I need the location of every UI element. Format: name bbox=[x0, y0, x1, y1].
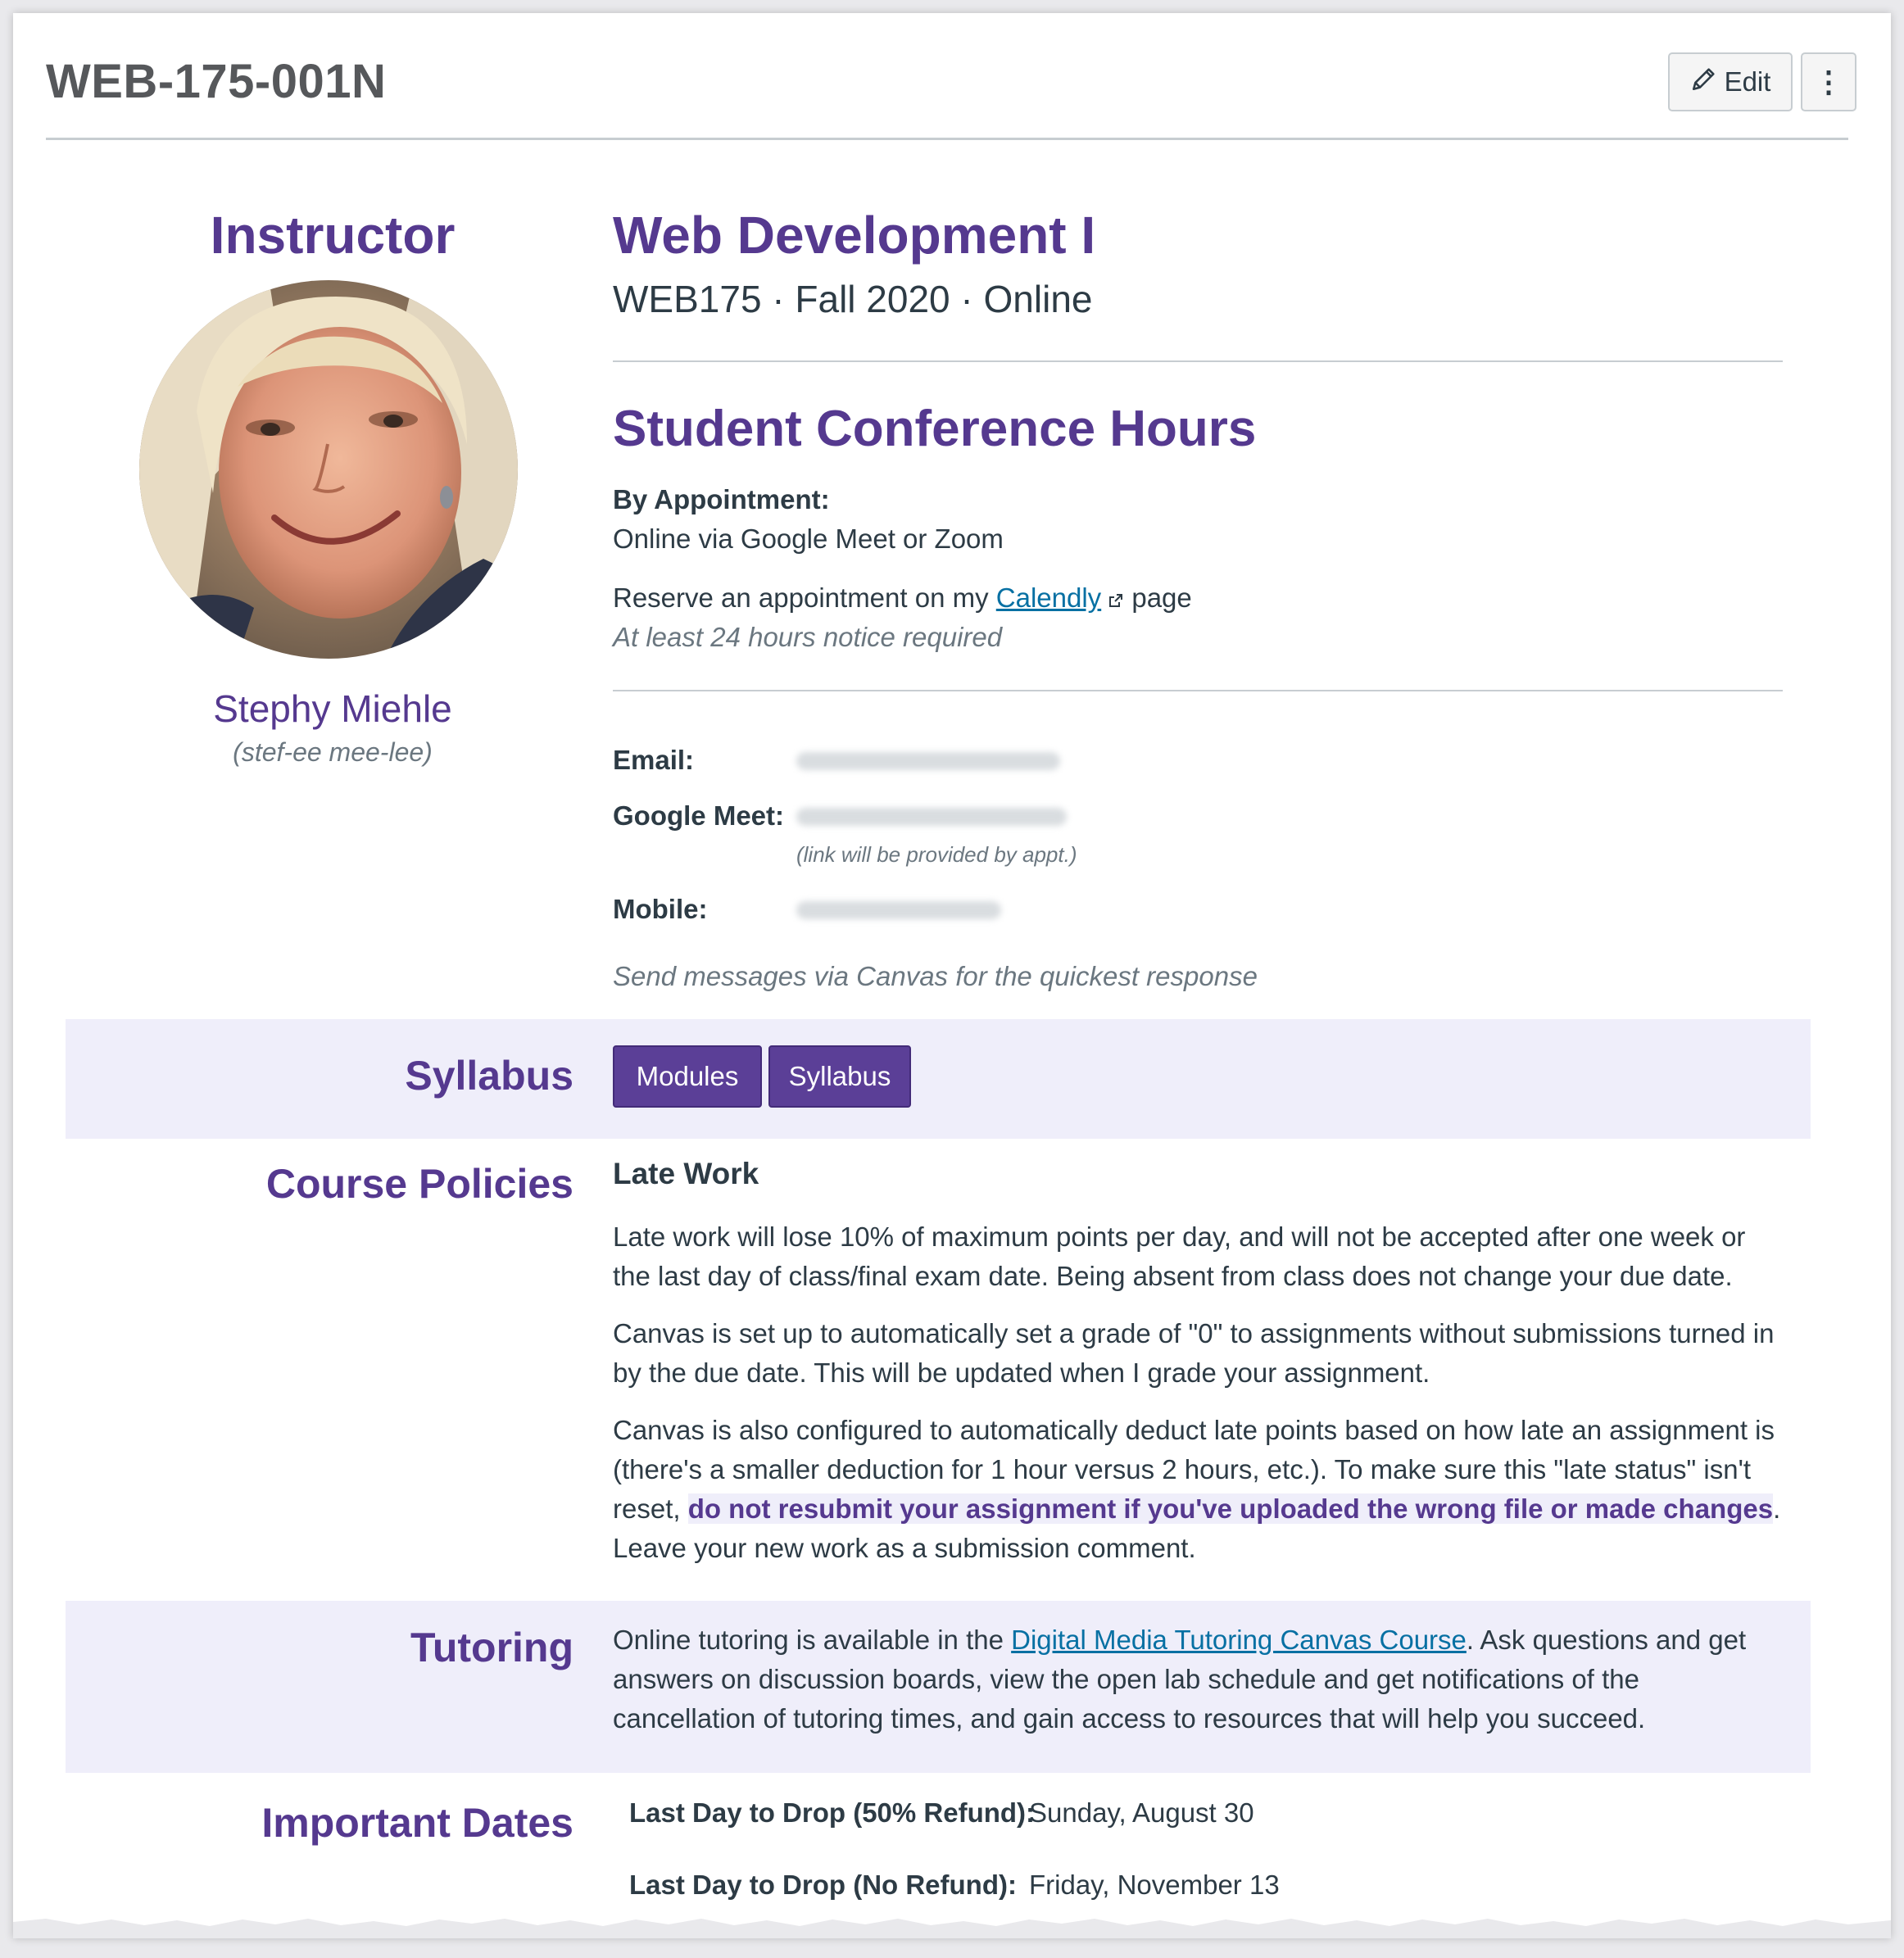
modules-button-label: Modules bbox=[636, 1061, 739, 1091]
instructor-avatar bbox=[139, 280, 518, 659]
calendly-link[interactable]: Calendly bbox=[996, 582, 1101, 613]
divider bbox=[613, 690, 1783, 691]
syllabus-label: Syllabus bbox=[405, 1053, 573, 1099]
reserve-text-after: page bbox=[1124, 582, 1192, 613]
date-row-label: Last Day to Drop (50% Refund): bbox=[629, 1797, 1036, 1828]
resubmit-warning: do not resubmit your assignment if you'v… bbox=[687, 1493, 1774, 1524]
important-dates-label: Important Dates bbox=[261, 1800, 573, 1846]
course-subtitle: WEB175 · Fall 2020 · Online bbox=[613, 278, 1093, 320]
late-work-paragraph-3: Canvas is also configured to automatical… bbox=[613, 1411, 1783, 1568]
modules-button[interactable]: Modules bbox=[613, 1045, 762, 1108]
date-row-value: Friday, November 13 bbox=[1029, 1870, 1280, 1900]
date-row-label: Last Day to Drop (No Refund): bbox=[629, 1870, 1017, 1900]
instructor-name: Stephy Miehle bbox=[213, 687, 452, 730]
by-appointment-label: By Appointment: bbox=[613, 480, 830, 519]
by-appointment-text: By Appointment: bbox=[613, 484, 830, 514]
syllabus-button-label: Syllabus bbox=[788, 1061, 891, 1091]
online-via-text: Online via Google Meet or Zoom bbox=[613, 523, 1004, 554]
late-work-paragraph-1: Late work will lose 10% of maximum point… bbox=[613, 1221, 1746, 1291]
tutoring-text: Online tutoring is available in the Digi… bbox=[613, 1620, 1783, 1738]
meet-note: (link will be provided by appt.) bbox=[796, 842, 1077, 867]
late-work-heading: Late Work bbox=[613, 1157, 759, 1190]
meet-value-redacted bbox=[796, 808, 1067, 826]
divider bbox=[613, 360, 1783, 362]
mobile-value-redacted bbox=[796, 901, 1001, 919]
date-row-value: Sunday, August 30 bbox=[1029, 1797, 1254, 1828]
course-policies-label: Course Policies bbox=[265, 1161, 573, 1207]
edit-button-label: Edit bbox=[1724, 66, 1771, 97]
email-value-redacted bbox=[796, 752, 1060, 770]
external-link-icon bbox=[1108, 580, 1124, 619]
mobile-label: Mobile: bbox=[613, 894, 708, 924]
edit-button[interactable]: Edit bbox=[1668, 52, 1793, 111]
reserve-line: Reserve an appointment on my Calendly pa… bbox=[613, 578, 1192, 619]
kebab-menu-icon: ⋮ bbox=[1814, 65, 1843, 98]
reserve-text-before: Reserve an appointment on my bbox=[613, 582, 996, 613]
page-header: WEB-175-001N Edit ⋮ bbox=[46, 36, 1856, 140]
notice-text: At least 24 hours notice required bbox=[613, 622, 1003, 652]
course-code-title: WEB-175-001N bbox=[46, 55, 387, 108]
conference-hours-heading: Student Conference Hours bbox=[613, 401, 1257, 457]
more-options-button[interactable]: ⋮ bbox=[1801, 52, 1856, 111]
google-meet-label: Google Meet: bbox=[613, 800, 785, 831]
course-home-card: WEB-175-001N Edit ⋮ Instructor Stephy Mi… bbox=[13, 13, 1891, 1938]
syllabus-button[interactable]: Syllabus bbox=[768, 1045, 911, 1108]
tutoring-course-link[interactable]: Digital Media Tutoring Canvas Course bbox=[1011, 1625, 1467, 1655]
message-note: Send messages via Canvas for the quickes… bbox=[613, 961, 1258, 991]
pencil-icon bbox=[1690, 65, 1718, 99]
email-label: Email: bbox=[613, 745, 695, 775]
late-work-paragraph-2: Canvas is set up to automatically set a … bbox=[613, 1318, 1775, 1388]
course-title: Web Development I bbox=[613, 206, 1096, 265]
tutoring-text-before: Online tutoring is available in the bbox=[613, 1625, 1012, 1655]
torn-edge bbox=[13, 1919, 1891, 1938]
instructor-heading: Instructor bbox=[210, 206, 456, 265]
name-pronunciation: (stef-ee mee-lee) bbox=[233, 737, 433, 767]
tutoring-label: Tutoring bbox=[410, 1625, 573, 1670]
